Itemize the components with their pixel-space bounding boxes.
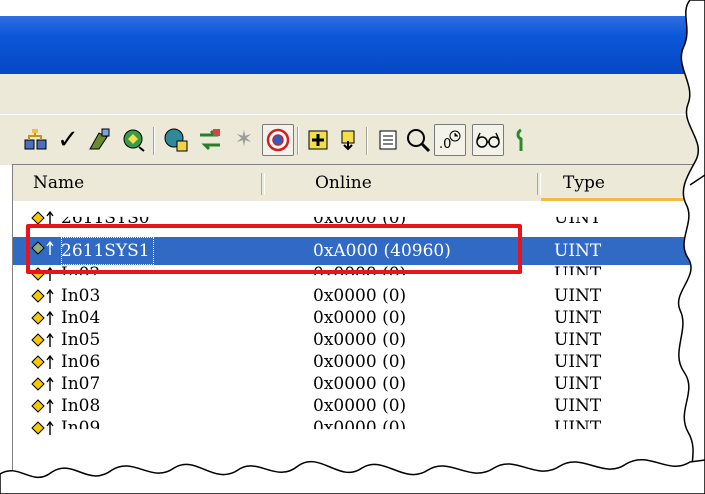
torn-edge xyxy=(0,0,705,494)
screenshot: ✓ ✶ .0 Name Online Type 2611SYS0 0x0000 … xyxy=(0,0,705,494)
